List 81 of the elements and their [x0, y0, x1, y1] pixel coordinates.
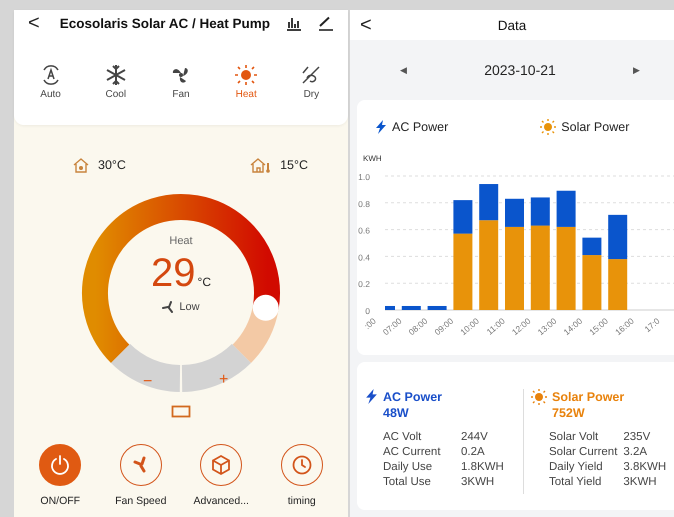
action-label: Fan Speed [115, 495, 166, 507]
power-icon [49, 454, 72, 476]
stat-label: Solar Current [549, 445, 618, 460]
bar [608, 259, 628, 310]
stat-label: Total Use [383, 475, 432, 490]
axis-tick-label: 0.2 [358, 279, 370, 290]
sun-icon [234, 64, 258, 86]
house-thermometer-icon [250, 157, 272, 173]
mode-tab[interactable]: Auto [26, 64, 76, 100]
sun-icon [531, 389, 547, 405]
axis-tick-label: 0.6 [358, 226, 370, 236]
sun-icon [540, 119, 556, 135]
axis-tick-label: 17:0 [642, 316, 662, 334]
mode-tab[interactable]: Cool [90, 64, 141, 100]
edit-icon[interactable] [318, 15, 334, 31]
plus-sign: + [219, 371, 228, 388]
rectangle-icon [171, 405, 191, 418]
action-button[interactable] [280, 444, 323, 486]
legend-label: Solar Power [561, 120, 630, 134]
stat-value: 3KWH [461, 475, 496, 490]
bar [608, 214, 628, 260]
axis-tick-label: 0.8 [358, 198, 370, 209]
fan-speed-label: Low [179, 301, 200, 313]
stat-label: Total Yield [549, 475, 602, 490]
back-button[interactable]: < [356, 14, 376, 36]
stat-value: 244V [461, 430, 489, 445]
stat-value: 3.8KWH [623, 460, 666, 475]
indoor-temperature: 30°C [98, 158, 126, 172]
device-title: Ecosolaris Solar AC / Heat Pump [58, 16, 271, 30]
stat-label: Daily Use [383, 460, 434, 475]
clock-icon [290, 454, 313, 476]
stat-label: AC Volt [383, 430, 422, 445]
axis-tick-label: :00 [362, 316, 378, 332]
power-value: 48W [383, 405, 410, 421]
bar [428, 306, 447, 310]
cube-icon [210, 454, 232, 476]
action-label: Advanced... [194, 495, 249, 507]
power-title: Solar Power [552, 389, 624, 405]
mode-tab[interactable]: Heat [221, 64, 272, 100]
previous-day-button[interactable]: ◀ [400, 65, 407, 75]
action-button[interactable] [120, 444, 162, 486]
power-title: AC Power [383, 389, 442, 405]
stat-value: 235V [623, 430, 652, 445]
dial-thumb[interactable] [252, 294, 279, 321]
axis-tick-label: 0.4 [358, 252, 370, 262]
bar [402, 306, 421, 310]
axis-tick-label: 1.0 [358, 172, 370, 182]
stat-label: Daily Yield [549, 460, 604, 475]
stat-value: 3KWH [623, 475, 658, 490]
bar-chart-icon[interactable] [286, 15, 304, 31]
action-label: ON/OFF [40, 495, 80, 507]
stat-value: 0.2A [461, 445, 486, 460]
back-button[interactable]: < [24, 12, 44, 34]
action-button[interactable] [200, 444, 242, 486]
lightning-icon [365, 389, 378, 404]
mode-tab[interactable]: Fan [156, 64, 206, 100]
temperature-unit: °C [198, 275, 211, 289]
axis-tick-label: 0 [365, 306, 370, 316]
stat-label: Solar Volt [549, 430, 600, 445]
stat-value: 1.8KWH [461, 460, 504, 475]
power-value: 752W [552, 405, 586, 421]
date-label: 2023-10-21 [484, 62, 556, 78]
outdoor-temperature: 15°C [280, 158, 308, 172]
stat-value: 3.2A [623, 445, 648, 460]
next-day-button[interactable]: ▶ [633, 65, 640, 75]
arc-track [232, 304, 278, 362]
set-temperature: 29 [151, 251, 196, 295]
axis-title: KWH [363, 154, 382, 163]
mode-tab[interactable]: Dry [286, 64, 336, 100]
legend-label: AC Power [392, 120, 448, 134]
minus-sign: − [143, 373, 152, 390]
page-title: Data [498, 18, 526, 32]
lightning-icon [375, 120, 387, 134]
mode-label: Heat [169, 235, 193, 247]
bar [385, 306, 395, 310]
action-label: timing [288, 495, 316, 507]
snowflake-icon [104, 64, 128, 86]
decrease-button[interactable] [111, 344, 180, 392]
house-thermometer-icon [72, 157, 90, 173]
action-button[interactable] [39, 444, 82, 486]
stat-label: AC Current [383, 445, 442, 460]
